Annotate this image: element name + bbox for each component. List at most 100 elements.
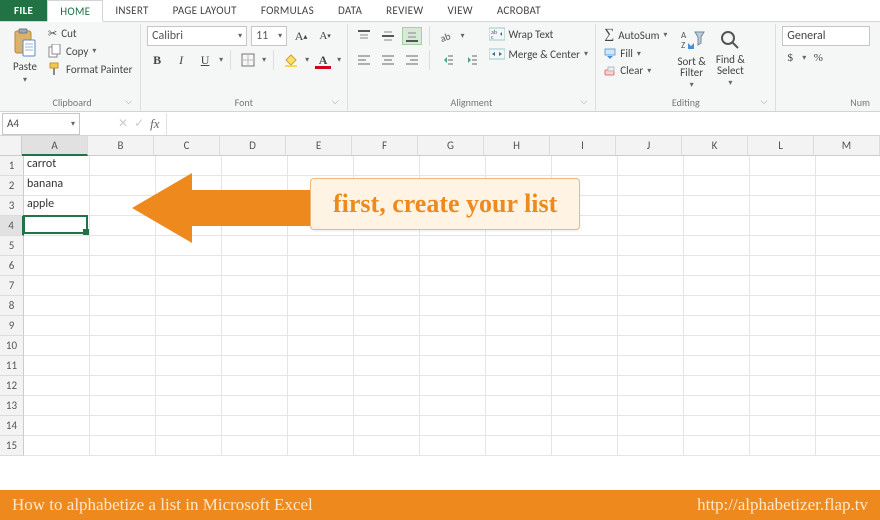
increase-font-button[interactable]: A▴ [291,26,311,46]
cell[interactable] [816,176,880,196]
cell[interactable] [354,296,420,316]
cell[interactable] [486,436,552,456]
decrease-indent-button[interactable] [437,51,457,69]
cell[interactable] [90,356,156,376]
row-header[interactable]: 12 [0,376,24,396]
underline-button[interactable]: U [195,50,215,70]
column-header[interactable]: B [88,136,154,156]
cell[interactable] [90,396,156,416]
cell[interactable] [156,396,222,416]
cell[interactable] [354,276,420,296]
tab-home[interactable]: HOME [47,0,103,22]
fill-color-button[interactable] [281,50,301,70]
cell[interactable] [420,336,486,356]
bold-button[interactable]: B [147,50,167,70]
cell[interactable] [24,376,90,396]
cell[interactable] [222,256,288,276]
copy-button[interactable]: Copy ▾ [46,43,134,59]
cell[interactable] [486,416,552,436]
cell[interactable] [618,256,684,276]
cell[interactable] [156,296,222,316]
cell[interactable] [90,156,156,176]
cell[interactable] [288,336,354,356]
cell[interactable] [354,396,420,416]
cell[interactable] [222,336,288,356]
cell[interactable] [156,176,222,196]
sort-filter-button[interactable]: AZ Sort &Filter ▾ [675,26,707,90]
cell[interactable] [486,296,552,316]
cell[interactable] [618,296,684,316]
cell[interactable] [156,316,222,336]
cell[interactable] [420,296,486,316]
paste-button[interactable]: Paste ▾ [10,26,40,85]
cell[interactable] [618,236,684,256]
cell[interactable] [816,236,880,256]
cell[interactable] [222,276,288,296]
cell[interactable] [156,356,222,376]
clear-button[interactable]: Clear ▾ [602,63,669,78]
cell[interactable] [618,336,684,356]
tab-data[interactable]: DATA [326,0,374,21]
cell[interactable] [816,296,880,316]
cell[interactable] [24,356,90,376]
cell[interactable] [816,376,880,396]
cell[interactable] [90,176,156,196]
number-format-select[interactable]: General [782,26,870,46]
cell[interactable] [486,156,552,176]
cell[interactable] [486,316,552,336]
cell[interactable] [222,196,288,216]
cell[interactable] [354,356,420,376]
column-header[interactable]: H [484,136,550,156]
tab-insert[interactable]: INSERT [103,0,160,21]
cell[interactable] [354,156,420,176]
cell[interactable] [90,296,156,316]
cell[interactable] [750,176,816,196]
cell[interactable] [288,396,354,416]
cell[interactable] [816,196,880,216]
cell[interactable] [816,396,880,416]
fx-icon[interactable]: fx [150,116,159,132]
cell[interactable] [222,376,288,396]
percent-button[interactable]: % [810,50,826,66]
cell[interactable] [684,156,750,176]
cell[interactable] [420,356,486,376]
cell[interactable] [750,216,816,236]
cell[interactable] [420,156,486,176]
row-header[interactable]: 14 [0,416,24,436]
cell[interactable] [552,276,618,296]
formula-input[interactable] [166,113,880,135]
cell[interactable] [288,276,354,296]
cell[interactable] [354,376,420,396]
tab-review[interactable]: REVIEW [374,0,435,21]
cell[interactable] [750,356,816,376]
row-header[interactable]: 13 [0,396,24,416]
cell[interactable] [90,336,156,356]
cell[interactable] [618,196,684,216]
column-header[interactable]: D [220,136,286,156]
cell[interactable] [486,256,552,276]
cell[interactable] [552,156,618,176]
cell[interactable] [90,376,156,396]
row-header[interactable]: 7 [0,276,24,296]
cell[interactable] [90,276,156,296]
cell[interactable] [750,276,816,296]
font-name-select[interactable]: Calibri ▾ [147,26,247,46]
cell[interactable] [618,276,684,296]
cell[interactable] [684,296,750,316]
column-header[interactable]: I [550,136,616,156]
column-header[interactable]: L [748,136,814,156]
cell[interactable] [618,316,684,336]
cell[interactable] [156,156,222,176]
cell[interactable] [750,416,816,436]
cell[interactable] [684,336,750,356]
cell[interactable] [420,436,486,456]
row-header[interactable]: 5 [0,236,24,256]
row-header[interactable]: 1 [0,156,24,176]
tab-page-layout[interactable]: PAGE LAYOUT [161,0,249,21]
cell[interactable] [420,416,486,436]
cell[interactable] [552,316,618,336]
cell[interactable] [486,376,552,396]
cell[interactable]: banana [24,176,90,196]
cell[interactable] [684,196,750,216]
cell[interactable] [684,276,750,296]
